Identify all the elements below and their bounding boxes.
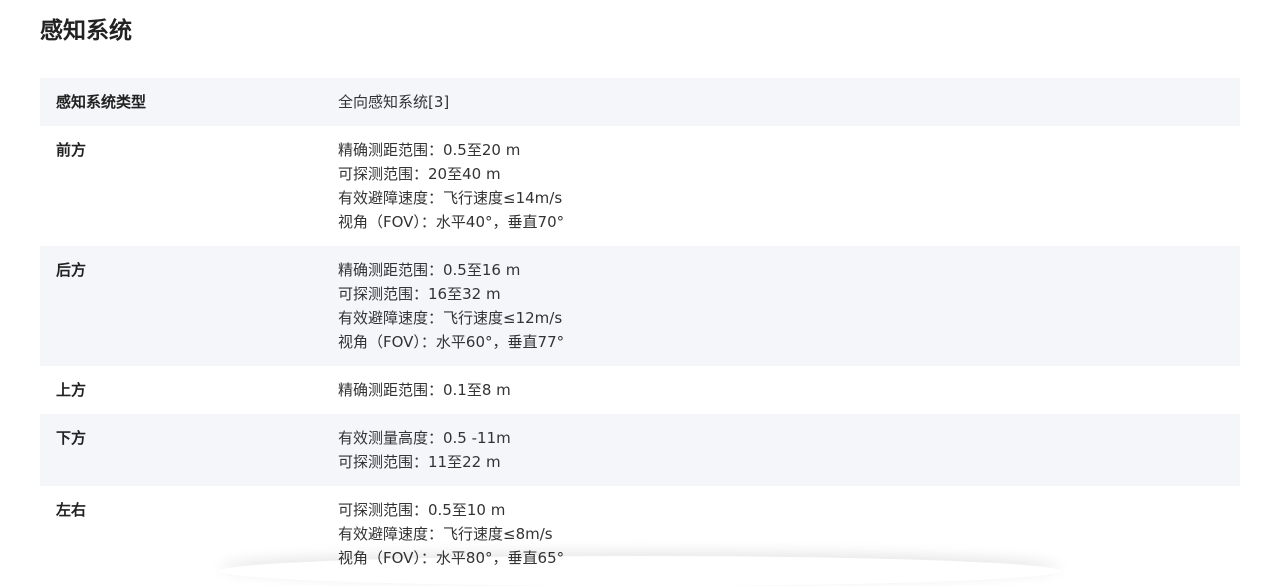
value-line: 有效测量高度：0.5 -11m [338, 429, 511, 447]
row-values: 精确测距范围：0.5至16 m 可探测范围：16至32 m 有效避障速度：飞行速… [338, 258, 1240, 354]
row-label: 前方 [56, 141, 87, 159]
value-line: 全向感知系统[3] [338, 93, 450, 111]
value-line: 可探测范围：11至22 m [338, 453, 501, 471]
row-label: 后方 [56, 261, 87, 279]
value-line: 可探测范围：16至32 m [338, 285, 501, 303]
row-values: 精确测距范围：0.1至8 m [338, 378, 1240, 402]
table-row: 后方 精确测距范围：0.5至16 m 可探测范围：16至32 m 有效避障速度：… [40, 246, 1240, 366]
value-line: 视角（FOV）：水平40°，垂直70° [338, 213, 565, 231]
value-line: 精确测距范围：0.5至16 m [338, 261, 521, 279]
value-line: 视角（FOV）：水平80°，垂直65° [338, 549, 565, 567]
value-line: 有效避障速度：飞行速度≤8m/s [338, 525, 553, 543]
spec-table: 感知系统类型 全向感知系统[3] 前方 精确测距范围：0.5至20 m 可探测范… [40, 78, 1240, 582]
section-title: 感知系统 [40, 18, 132, 44]
value-line: 有效避障速度：飞行速度≤14m/s [338, 189, 563, 207]
row-values: 全向感知系统[3] [338, 90, 1240, 114]
value-line: 精确测距范围：0.5至20 m [338, 141, 521, 159]
row-values: 精确测距范围：0.5至20 m 可探测范围：20至40 m 有效避障速度：飞行速… [338, 138, 1240, 234]
table-row: 感知系统类型 全向感知系统[3] [40, 78, 1240, 126]
value-line: 有效避障速度：飞行速度≤12m/s [338, 309, 563, 327]
table-row: 前方 精确测距范围：0.5至20 m 可探测范围：20至40 m 有效避障速度：… [40, 126, 1240, 246]
table-row: 上方 精确测距范围：0.1至8 m [40, 366, 1240, 414]
row-label: 感知系统类型 [56, 93, 147, 111]
value-line: 视角（FOV）：水平60°，垂直77° [338, 333, 565, 351]
row-values: 有效测量高度：0.5 -11m 可探测范围：11至22 m [338, 426, 1240, 474]
row-values: 可探测范围：0.5至10 m 有效避障速度：飞行速度≤8m/s 视角（FOV）：… [338, 498, 1240, 570]
row-label: 上方 [56, 381, 87, 399]
table-row: 下方 有效测量高度：0.5 -11m 可探测范围：11至22 m [40, 414, 1240, 486]
row-label: 下方 [56, 429, 87, 447]
value-line: 可探测范围：20至40 m [338, 165, 501, 183]
row-label: 左右 [56, 501, 87, 519]
value-line: 精确测距范围：0.1至8 m [338, 381, 511, 399]
value-line: 可探测范围：0.5至10 m [338, 501, 506, 519]
